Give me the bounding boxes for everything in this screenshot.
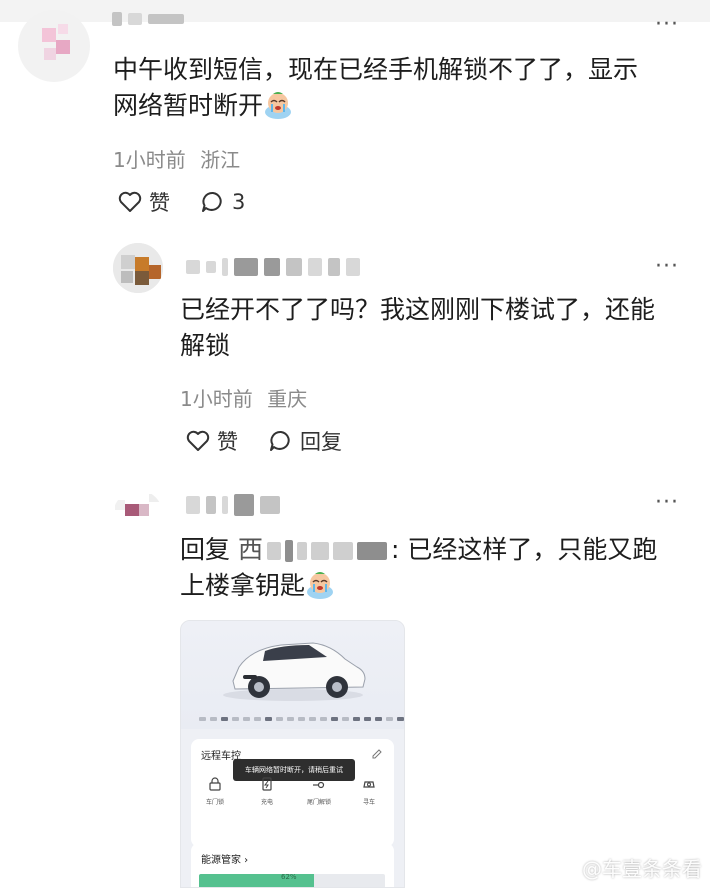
charging-icon (262, 777, 272, 791)
username-blurred[interactable] (186, 258, 360, 276)
top-strip (0, 0, 710, 22)
watermark-text: @车壹条条看 (582, 857, 702, 881)
comment-text: 已经开不了了吗？我这刚刚下楼试了，还能 解锁 (180, 292, 690, 364)
location: 重庆 (267, 387, 308, 411)
reply-button[interactable]: 回复 (268, 426, 342, 456)
edit-icon[interactable] (372, 749, 382, 759)
comment-text-span: 网络暂时断开 (113, 91, 264, 120)
battery-bar-fill (199, 874, 315, 887)
comment-text-line: 解锁 (180, 331, 231, 360)
heart-icon (186, 430, 210, 451)
reply-count: 3 (232, 190, 246, 214)
replies-button[interactable]: 3 (200, 190, 245, 214)
find-car-icon (363, 781, 375, 788)
more-options-button[interactable]: ··· (655, 256, 679, 278)
comment-text-line: 上楼拿钥匙 (180, 568, 700, 604)
timestamp: 1小时前 (180, 387, 253, 411)
weibo-logo-icon (550, 858, 575, 878)
control-label: 寻车 (362, 799, 375, 806)
energy-title-label: 能源管家 (201, 855, 241, 866)
find-car-control[interactable]: 寻车 (349, 777, 389, 806)
avatar[interactable] (113, 490, 163, 540)
control-label: 充电 (260, 799, 273, 806)
like-button[interactable]: 赞 (185, 426, 238, 456)
comment-text-line: 回复 西 : 已经这样了，只能又跑 (180, 532, 700, 568)
more-options-button[interactable]: ··· (655, 492, 679, 514)
car-image-area (181, 621, 404, 729)
charging-control[interactable]: 充电 (247, 777, 287, 806)
weibo-watermark: @车壹条条看 (550, 853, 702, 882)
location: 浙江 (200, 148, 241, 172)
attached-screenshot[interactable]: 远程车控 车辆网络暂时断开，请稍后重试 车门锁 充电 尾门解锁 寻车 能源管家 … (180, 620, 405, 888)
timestamp: 1小时前 (113, 148, 186, 172)
car-icon (223, 642, 366, 701)
username-blurred[interactable] (186, 494, 280, 516)
like-button[interactable]: 赞 (117, 187, 170, 217)
username-blurred[interactable] (112, 12, 184, 26)
comment-actions: 赞 回复 (185, 426, 372, 456)
crying-emoji-icon (307, 572, 334, 599)
avatar-pixel-icon (113, 243, 163, 293)
comment-meta: 1小时前 重庆 (180, 383, 307, 412)
comment-text-line: 已经开不了了吗？我这刚刚下楼试了，还能 (180, 295, 656, 324)
comment-text: 回复 西 : 已经这样了，只能又跑 上楼拿钥匙 (180, 532, 700, 604)
comment-actions: 赞 3 (117, 187, 275, 217)
reply-target-blurred[interactable] (266, 540, 387, 562)
crying-emoji-icon (265, 92, 292, 119)
comment-text-span: : 已经这样了，只能又跑 (390, 535, 658, 564)
like-label: 赞 (217, 430, 238, 454)
comment-text-line: 中午收到短信，现在已经手机解锁不了了，显示 (113, 55, 639, 84)
avatar-pixel-icon (115, 494, 161, 516)
trunk-unlock-control[interactable]: 尾门解锁 (299, 777, 339, 806)
control-label: 车门锁 (205, 799, 224, 806)
comment-bubble-icon (202, 192, 222, 212)
door-lock-control[interactable]: 车门锁 (195, 777, 235, 806)
comment-bubble-icon (270, 431, 290, 451)
reply-target-name[interactable]: 西 (238, 535, 263, 564)
page: ··· 中午收到短信，现在已经手机解锁不了了，显示 网络暂时断开 1小时前 浙江 (0, 0, 710, 888)
comment-text-line: 网络暂时断开 (113, 88, 693, 124)
plate-blurred (199, 717, 404, 721)
comment-text-span: 上楼拿钥匙 (180, 571, 306, 600)
like-label: 赞 (149, 191, 170, 215)
avatar[interactable] (18, 10, 90, 82)
lock-icon (209, 777, 221, 791)
battery-percent: 62% (281, 873, 297, 881)
control-label: 尾门解锁 (306, 799, 331, 806)
heart-icon (118, 191, 142, 212)
reply-prefix: 回复 (180, 535, 231, 564)
more-options-button[interactable]: ··· (655, 14, 679, 36)
reply-label: 回复 (300, 430, 342, 454)
energy-title[interactable]: 能源管家 › (201, 851, 248, 866)
trunk-icon (313, 781, 325, 789)
avatar[interactable] (113, 243, 163, 293)
comment-text: 中午收到短信，现在已经手机解锁不了了，显示 网络暂时断开 (113, 52, 693, 124)
avatar-pixel-icon (42, 24, 70, 60)
comment-meta: 1小时前 浙江 (113, 144, 240, 173)
